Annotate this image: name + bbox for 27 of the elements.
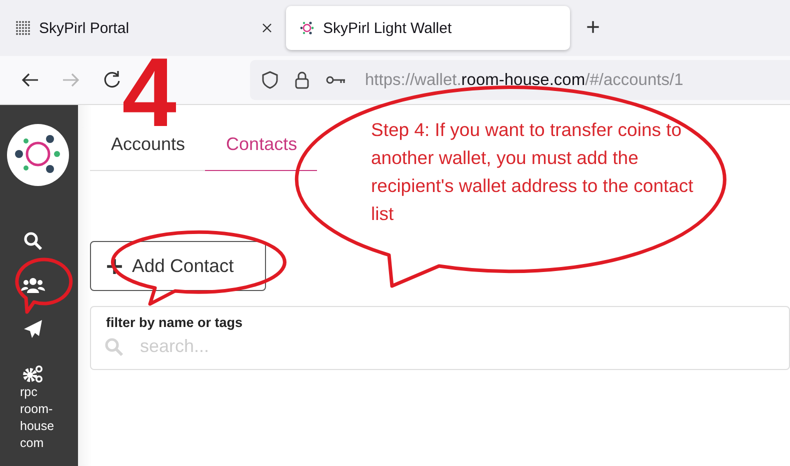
paper-plane-icon[interactable] [23,319,43,339]
url-text: https://wallet.room-house.com/#/accounts/1 [365,70,684,90]
highlight-ring [15,258,73,314]
users-icon[interactable] [21,277,45,293]
filter-label: filter by name or tags [106,315,244,330]
callout-text: Step 4: If you want to transfer coins to another wallet, you must add the recipient's wallet address to the contact list [371,118,694,226]
shield-icon[interactable] [262,71,278,89]
gears-icon[interactable] [22,365,44,383]
browser-tab[interactable]: SkyPirl Light Wallet [286,6,570,50]
plus-icon [106,258,123,274]
key-icon[interactable] [326,75,346,85]
add-contact-button[interactable]: Add Contact [90,241,266,291]
new-tab-button[interactable]: + [586,14,600,42]
browser-tab[interactable]: SkyPirl Portal [14,6,282,50]
step-number: 4 [122,56,177,129]
tab[interactable]: Contacts [205,129,318,171]
address-bar[interactable]: https://wallet.room-house.com/#/accounts/1 [250,60,790,100]
tab[interactable]: Accounts [90,129,206,171]
search-icon [104,336,124,356]
logo-icon[interactable] [7,124,69,186]
search-icon[interactable] [23,231,43,251]
server-label: rpc room-house com [20,384,56,452]
dots-grid-icon [16,21,30,35]
reload-icon[interactable] [102,70,122,90]
logo-icon [300,21,314,35]
lock-icon[interactable] [295,71,309,89]
close-icon[interactable] [262,23,272,33]
